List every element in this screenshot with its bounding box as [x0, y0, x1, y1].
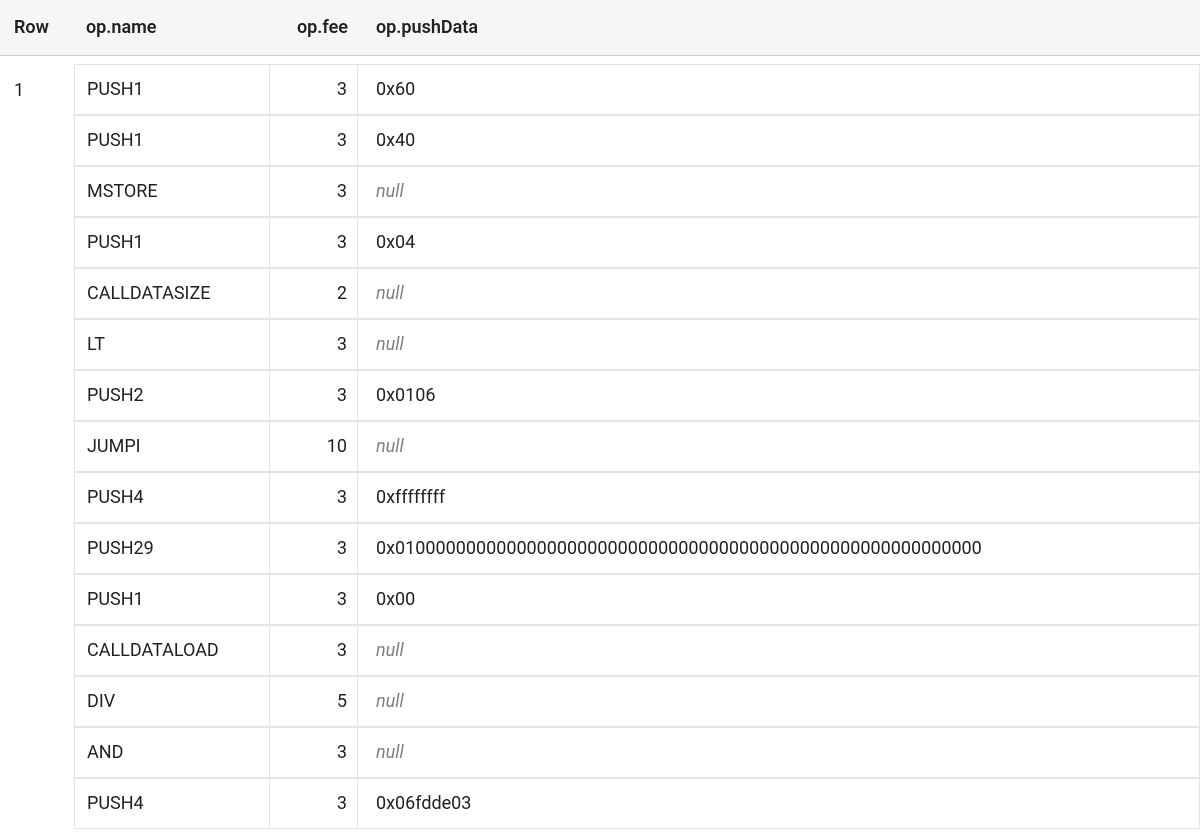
op-pushdata-cell: 0x40	[358, 115, 1200, 166]
op-row: PUSH130x60	[74, 64, 1200, 115]
op-name-cell: AND	[74, 727, 270, 778]
op-pushdata-cell: 0x60	[358, 64, 1200, 115]
op-fee-cell: 5	[270, 676, 358, 727]
op-pushdata-cell: null	[358, 727, 1200, 778]
op-name-cell: CALLDATALOAD	[74, 625, 270, 676]
op-fee-cell: 3	[270, 727, 358, 778]
op-name-cell: MSTORE	[74, 166, 270, 217]
null-value: null	[376, 181, 404, 202]
op-name-cell: PUSH29	[74, 523, 270, 574]
op-fee-cell: 3	[270, 472, 358, 523]
op-fee-cell: 3	[270, 166, 358, 217]
op-row: CALLDATALOAD3 null	[74, 625, 1200, 676]
op-fee-cell: 3	[270, 217, 358, 268]
null-value: null	[376, 334, 404, 355]
op-row: PUSH430xffffffff	[74, 472, 1200, 523]
op-fee-cell: 3	[270, 574, 358, 625]
op-row: PUSH130x00	[74, 574, 1200, 625]
op-pushdata-cell: null	[358, 625, 1200, 676]
op-list: PUSH130x60PUSH130x40MSTORE3nullPUSH130x0…	[74, 64, 1200, 829]
op-name-cell: JUMPI	[74, 421, 270, 472]
row-number: 1	[0, 64, 74, 829]
null-value: null	[376, 742, 404, 763]
col-header-fee: op.fee	[270, 17, 358, 38]
op-row: PUSH130x40	[74, 115, 1200, 166]
op-row: AND3 null	[74, 727, 1200, 778]
table-body: 1 PUSH130x60PUSH130x40MSTORE3nullPUSH130…	[0, 56, 1200, 829]
op-name-cell: PUSH4	[74, 472, 270, 523]
op-pushdata-cell: null	[358, 268, 1200, 319]
op-name-cell: PUSH1	[74, 574, 270, 625]
null-value: null	[376, 640, 404, 661]
op-row: LT3 null	[74, 319, 1200, 370]
op-row: JUMPI10 null	[74, 421, 1200, 472]
col-header-push: op.pushData	[358, 17, 1200, 38]
op-pushdata-cell: null	[358, 166, 1200, 217]
op-fee-cell: 3	[270, 625, 358, 676]
op-pushdata-cell: null	[358, 319, 1200, 370]
op-row: CALLDATASIZE2 null	[74, 268, 1200, 319]
null-value: null	[376, 691, 404, 712]
op-name-cell: PUSH2	[74, 370, 270, 421]
op-name-cell: PUSH1	[74, 64, 270, 115]
op-pushdata-cell: 0x01000000000000000000000000000000000000…	[358, 523, 1200, 574]
op-fee-cell: 3	[270, 64, 358, 115]
op-fee-cell: 3	[270, 370, 358, 421]
op-row: PUSH130x04	[74, 217, 1200, 268]
op-row: MSTORE3 null	[74, 166, 1200, 217]
op-pushdata-cell: null	[358, 676, 1200, 727]
op-name-cell: LT	[74, 319, 270, 370]
op-name-cell: PUSH4	[74, 778, 270, 829]
op-row: PUSH430x06fdde03	[74, 778, 1200, 829]
op-pushdata-cell: null	[358, 421, 1200, 472]
op-fee-cell: 10	[270, 421, 358, 472]
op-name-cell: CALLDATASIZE	[74, 268, 270, 319]
col-header-row: Row	[0, 17, 74, 38]
op-fee-cell: 3	[270, 319, 358, 370]
op-pushdata-cell: 0x06fdde03	[358, 778, 1200, 829]
op-row: DIV5 null	[74, 676, 1200, 727]
null-value: null	[376, 283, 404, 304]
op-fee-cell: 3	[270, 523, 358, 574]
op-name-cell: DIV	[74, 676, 270, 727]
null-value: null	[376, 436, 404, 457]
op-name-cell: PUSH1	[74, 217, 270, 268]
op-pushdata-cell: 0x00	[358, 574, 1200, 625]
op-row: PUSH2930x0100000000000000000000000000000…	[74, 523, 1200, 574]
results-table: Row op.name op.fee op.pushData 1 PUSH130…	[0, 0, 1200, 829]
op-fee-cell: 2	[270, 268, 358, 319]
op-name-cell: PUSH1	[74, 115, 270, 166]
table-row: 1 PUSH130x60PUSH130x40MSTORE3nullPUSH130…	[0, 64, 1200, 829]
op-fee-cell: 3	[270, 778, 358, 829]
table-header: Row op.name op.fee op.pushData	[0, 0, 1200, 56]
op-fee-cell: 3	[270, 115, 358, 166]
op-row: PUSH230x0106	[74, 370, 1200, 421]
op-pushdata-cell: 0x04	[358, 217, 1200, 268]
col-header-name: op.name	[74, 17, 270, 38]
op-pushdata-cell: 0x0106	[358, 370, 1200, 421]
op-pushdata-cell: 0xffffffff	[358, 472, 1200, 523]
